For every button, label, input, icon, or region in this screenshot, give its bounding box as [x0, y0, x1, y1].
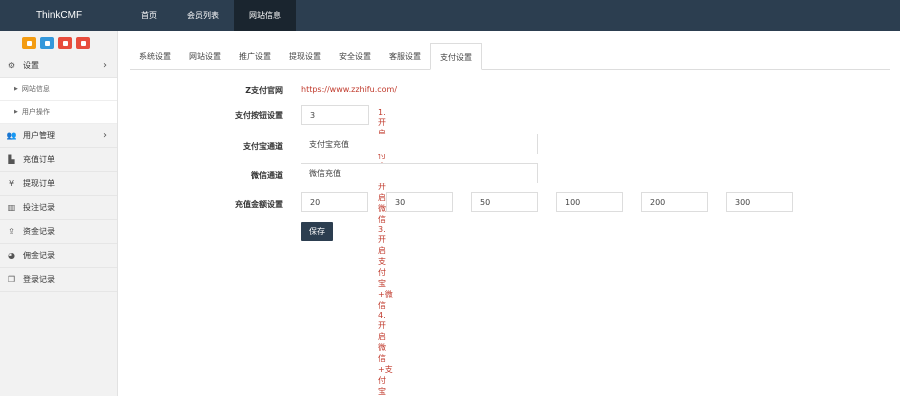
sidebar-item-label: 提现订单: [23, 178, 55, 188]
quick-button-3[interactable]: [58, 37, 72, 49]
sidebar-item-commission-records[interactable]: ◕ 佣金记录: [0, 244, 117, 268]
window-restore-icon: ❐: [7, 274, 16, 284]
quick-button-1[interactable]: [22, 37, 36, 49]
settings-tabs: 系统设置 网站设置 推广设置 提现设置 安全设置 客服设置 支付设置: [130, 43, 890, 70]
topnav-home[interactable]: 首页: [126, 0, 172, 31]
sidebar-item-label: 用户管理: [23, 130, 55, 140]
sidebar-item-users[interactable]: 👥 用户管理 ›: [0, 124, 117, 148]
yen-icon: ¥: [8, 178, 15, 188]
quick-button-4[interactable]: [76, 37, 90, 49]
brand-logo[interactable]: ThinkCMF: [0, 0, 118, 31]
wechat-input[interactable]: [301, 163, 538, 183]
sidebar-item-withdraw-orders[interactable]: ¥ 提现订单: [0, 172, 117, 196]
topnav-members[interactable]: 会员列表: [172, 0, 234, 31]
wechat-label: 微信通道: [251, 171, 283, 180]
quick-button-2[interactable]: [40, 37, 54, 49]
sidebar-item-label: 资金记录: [23, 226, 55, 236]
switch-label: 支付按钮设置: [235, 111, 283, 120]
sidebar-item-label: 登录记录: [23, 274, 55, 284]
sidebar-item-bet-records[interactable]: ▥ 投注记录: [0, 196, 117, 220]
amount-input-1[interactable]: [301, 192, 368, 212]
amount-input-3[interactable]: [471, 192, 538, 212]
sidebar-item-label: 设置: [23, 60, 39, 70]
sidebar-subitem-label: 用户操作: [21, 107, 50, 116]
sidebar-subitem-user-actions[interactable]: ▶ 用户操作: [0, 101, 117, 124]
top-nav: 首页 会员列表 网站信息: [126, 0, 296, 31]
sidebar-item-label: 充值订单: [23, 154, 55, 164]
amount-input-5[interactable]: [641, 192, 708, 212]
chevron-right-icon: ›: [103, 130, 107, 141]
tab-payment[interactable]: 支付设置: [430, 43, 482, 70]
top-bar: ThinkCMF 首页 会员列表 网站信息: [0, 0, 900, 31]
amount-input-4[interactable]: [556, 192, 623, 212]
triangle-right-icon: ▶: [14, 108, 18, 115]
sidebar-item-label: 投注记录: [23, 202, 55, 212]
pie-chart-icon: ◕: [8, 250, 15, 260]
sidebar-item-login-records[interactable]: ❐ 登录记录: [0, 268, 117, 292]
alipay-input[interactable]: [301, 134, 538, 154]
lock-icon: [80, 40, 86, 46]
tab-system[interactable]: 系统设置: [130, 43, 180, 70]
sidebar-subitem-site-info[interactable]: ▶ 网站信息: [0, 78, 117, 101]
tab-site[interactable]: 网站设置: [180, 43, 230, 70]
area-chart-icon: ▙: [8, 154, 15, 164]
save-button[interactable]: 保存: [301, 222, 333, 241]
tab-security[interactable]: 安全设置: [330, 43, 380, 70]
alipay-label: 支付宝通道: [243, 142, 283, 151]
sidebar-item-label: 佣金记录: [23, 250, 55, 260]
upload-icon: ⇪: [8, 226, 15, 236]
gear-icon: ⚙: [7, 60, 16, 70]
z-pay-label: Z支付官网: [245, 86, 283, 95]
z-pay-link[interactable]: https://www.zzhifu.com/: [301, 85, 397, 94]
sidebar-item-settings[interactable]: ⚙ 设置 ›: [0, 54, 117, 78]
sidebar: ⚙ 设置 › ▶ 网站信息 ▶ 用户操作 👥 用户管理 › ▙ 充值订单 ¥ 提…: [0, 31, 118, 396]
switch-input[interactable]: [301, 105, 369, 125]
sidebar-item-fund-records[interactable]: ⇪ 资金记录: [0, 220, 117, 244]
users-icon: 👥: [6, 130, 17, 140]
amount-input-2[interactable]: [386, 192, 453, 212]
square-icon: [26, 40, 32, 46]
chevron-right-icon: ›: [103, 60, 107, 71]
quick-buttons: [0, 31, 117, 54]
tab-customer-service[interactable]: 客服设置: [380, 43, 430, 70]
home-icon: [62, 40, 68, 46]
triangle-right-icon: ▶: [14, 85, 18, 92]
amount-input-6[interactable]: [726, 192, 793, 212]
amount-label: 充值金额设置: [235, 200, 283, 209]
tab-withdraw[interactable]: 提现设置: [280, 43, 330, 70]
sidebar-item-recharge-orders[interactable]: ▙ 充值订单: [0, 148, 117, 172]
topnav-site-info[interactable]: 网站信息: [234, 0, 296, 31]
bar-chart-icon: ▥: [7, 202, 16, 212]
document-icon: [44, 40, 50, 46]
tab-promotion[interactable]: 推广设置: [230, 43, 280, 70]
sidebar-subitem-label: 网站信息: [21, 84, 50, 93]
